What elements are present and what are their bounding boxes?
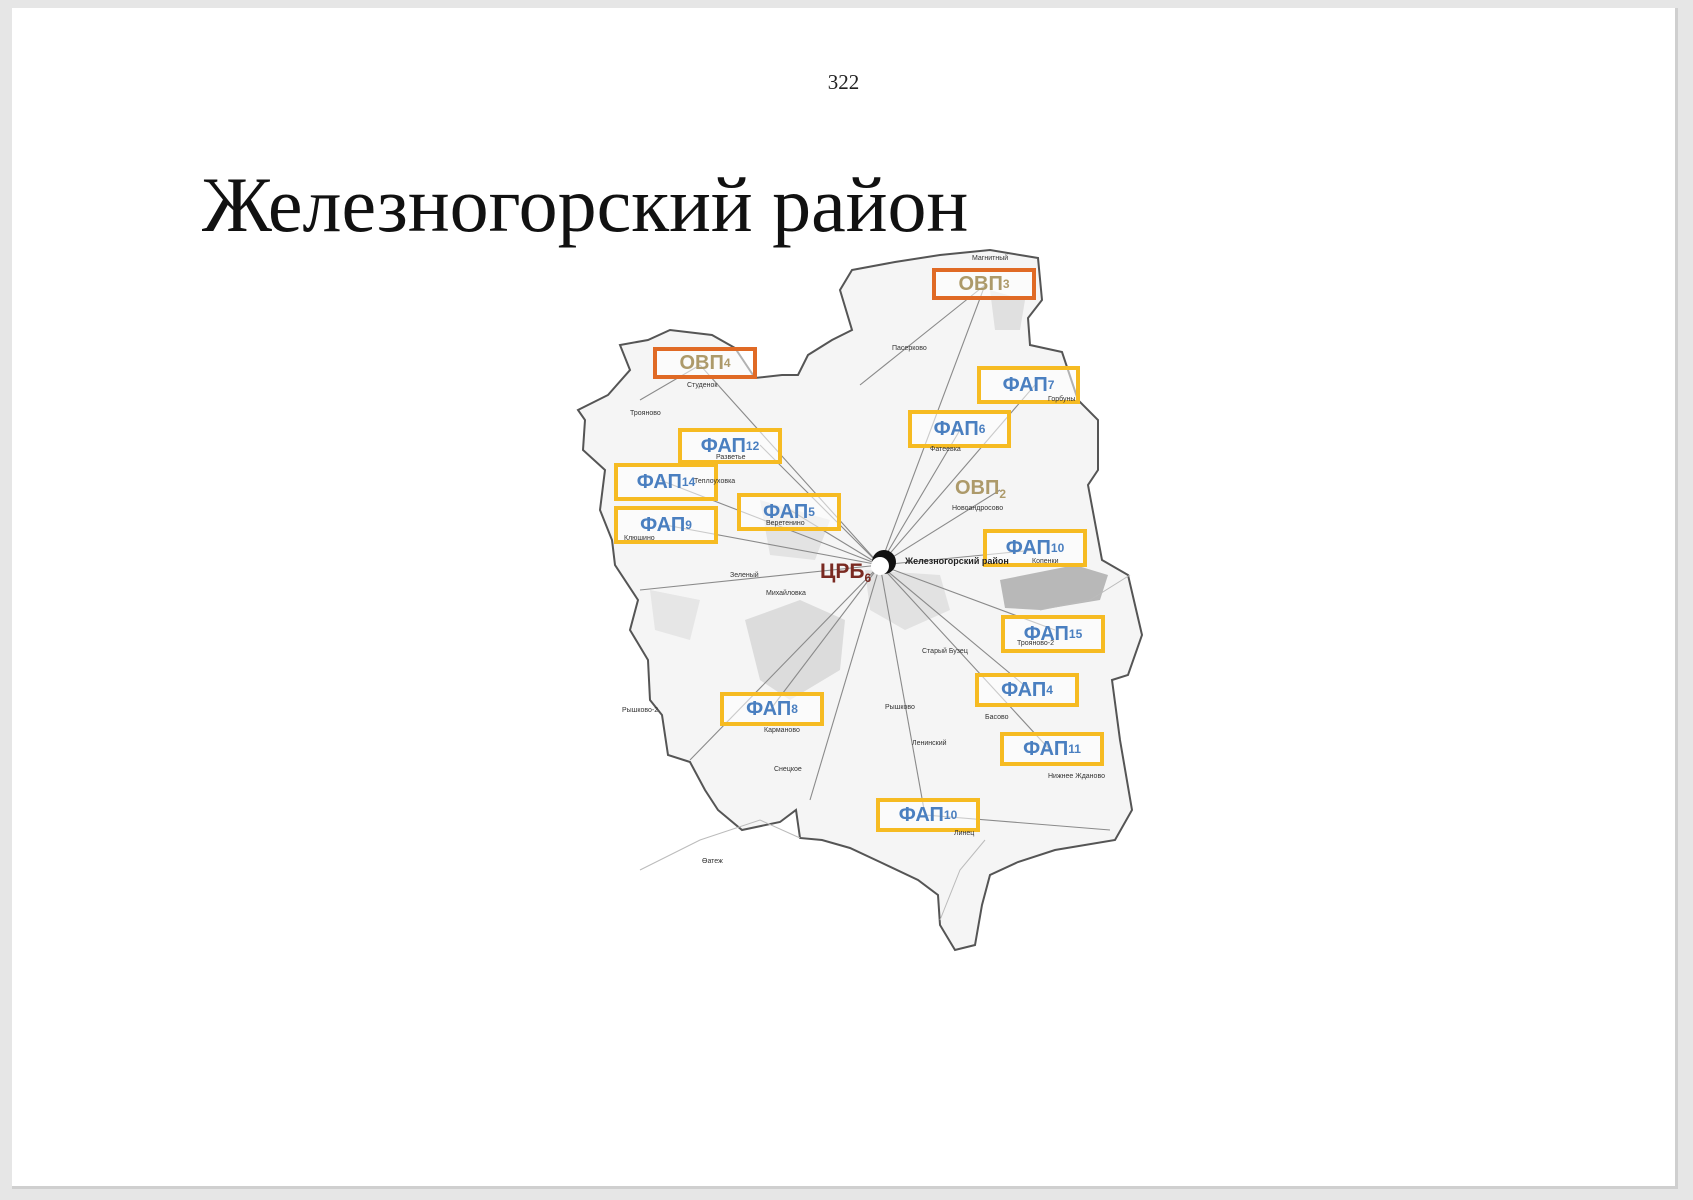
place-label: Михайловка: [766, 590, 806, 597]
place-label: Пасерково: [892, 345, 927, 352]
place-label: Горбуны: [1048, 396, 1076, 403]
facility-fap8: ФАП 8: [720, 692, 824, 726]
place-label: Фатеевка: [930, 446, 961, 453]
place-label: Старый Бузец: [922, 648, 968, 655]
facility-fap15: ФАП 15: [1001, 615, 1105, 653]
district-label: Железногорский район: [905, 556, 1009, 566]
facility-fap4: ФАП 4: [975, 673, 1079, 707]
place-label: Снецкое: [774, 766, 802, 773]
place-label: Ѳатеж: [702, 858, 723, 865]
place-label: Теплоуховка: [694, 478, 736, 485]
facility-ovp4: ОВП 4: [653, 347, 757, 379]
place-label: Студенок: [687, 382, 718, 389]
facility-ovp3: ОВП 3: [932, 268, 1036, 300]
place-label: Клюшино: [624, 535, 655, 542]
place-label: Копенки: [1032, 558, 1059, 565]
district-map: [576, 248, 1144, 952]
facility-crb: ЦРБ6: [820, 560, 872, 585]
place-label: Трояново: [630, 410, 661, 417]
place-label: Разветье: [716, 454, 746, 461]
place-label: Магнитный: [972, 255, 1009, 262]
place-label: Рышково-2: [622, 707, 659, 714]
place-label: Рышково: [885, 704, 915, 711]
facility-fap10b: ФАП 10: [876, 798, 980, 832]
place-label: Новоандросово: [952, 505, 1004, 512]
place-label: Карманово: [764, 727, 800, 734]
place-label: Линец: [954, 830, 975, 837]
place-label: Ленинский: [912, 740, 947, 747]
place-label: Басово: [985, 714, 1009, 721]
facility-fap6: ФАП 6: [908, 410, 1011, 448]
place-label: Нижнее Жданово: [1048, 773, 1105, 780]
place-label: Веретенино: [766, 520, 805, 527]
place-label: Зеленый: [730, 572, 759, 579]
facility-ovp2: ОВП2: [955, 477, 1007, 501]
facility-fap11: ФАП 11: [1000, 732, 1104, 766]
place-label: Трояново-2: [1017, 640, 1054, 647]
